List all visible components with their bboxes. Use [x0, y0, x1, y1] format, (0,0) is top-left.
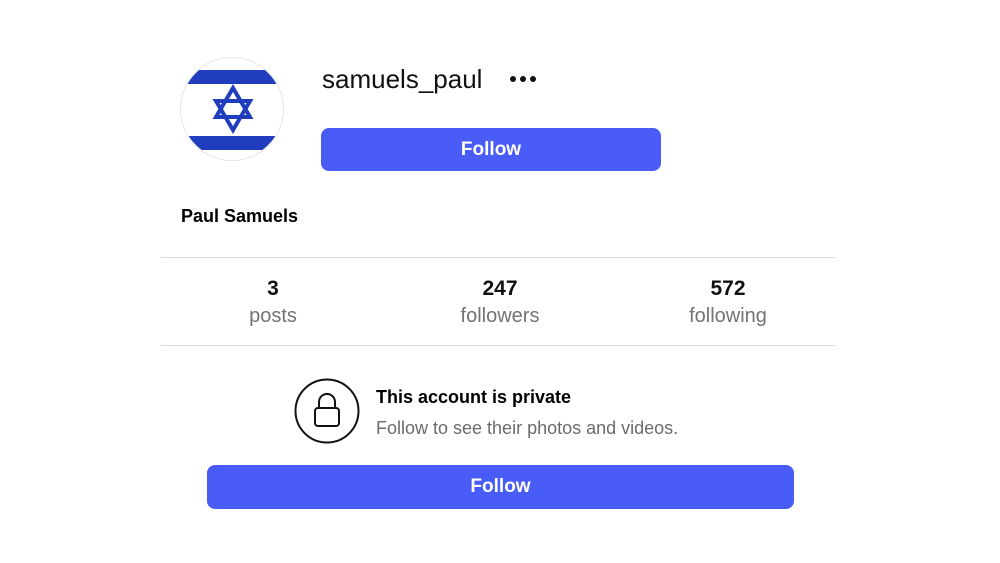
- stat-posts[interactable]: 3 posts: [193, 276, 353, 330]
- stat-following-label: following: [689, 305, 767, 327]
- stat-followers[interactable]: 247 followers: [420, 276, 580, 330]
- stat-followers-value: 247: [482, 277, 518, 300]
- stat-following[interactable]: 572 following: [648, 276, 808, 330]
- divider: [161, 345, 835, 346]
- full-name: Paul Samuels: [181, 206, 299, 226]
- follow-button-bottom[interactable]: Follow: [207, 465, 794, 509]
- private-account-subtitle: Follow to see their photos and videos.: [376, 418, 679, 438]
- israel-flag-icon: [181, 58, 283, 160]
- username: samuels_paul: [322, 64, 483, 94]
- stat-posts-value: 3: [267, 277, 279, 300]
- divider: [161, 257, 835, 258]
- stat-followers-label: followers: [460, 305, 540, 327]
- avatar[interactable]: [180, 57, 284, 161]
- private-account-title: This account is private: [376, 387, 572, 407]
- lock-icon: [294, 378, 360, 444]
- follow-button[interactable]: Follow: [321, 128, 661, 171]
- stat-posts-label: posts: [249, 305, 297, 327]
- profile-page: samuels_paul Follow Paul Samuels 3 posts…: [0, 0, 1000, 563]
- stat-following-value: 572: [710, 277, 746, 300]
- more-options-icon[interactable]: [505, 68, 541, 90]
